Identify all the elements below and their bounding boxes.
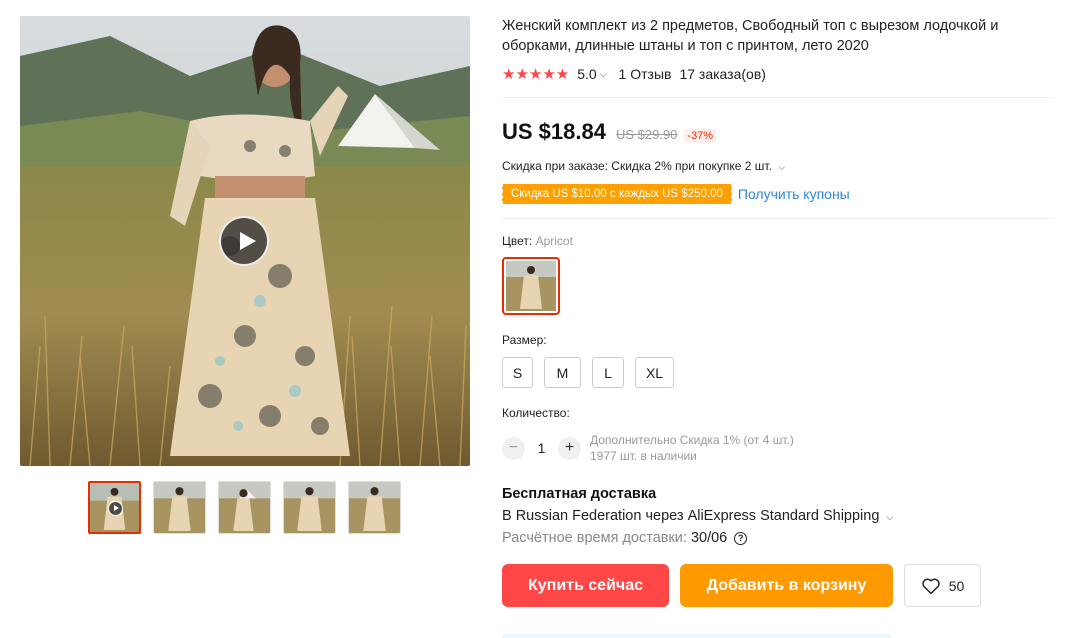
size-option-m[interactable]: M (544, 357, 581, 388)
wishlist-button[interactable]: 50 (904, 564, 981, 607)
thumbnail-image (349, 482, 400, 533)
thumbnail-video[interactable] (88, 481, 141, 534)
swatch-image (506, 261, 556, 311)
promo-strip (502, 634, 891, 638)
heart-icon (921, 578, 940, 594)
get-coupons-link[interactable]: Получить купоны (738, 186, 850, 202)
play-icon[interactable] (219, 216, 269, 266)
reviews-link[interactable]: 1 Отзыв (619, 66, 672, 82)
thumbnail-3[interactable] (218, 481, 271, 534)
shipping-method-text: В Russian Federation через AliExpress St… (502, 508, 880, 524)
product-main-image[interactable] (20, 16, 470, 466)
delivery-estimate: Расчётное время доставки: 30/06 ? (502, 530, 1054, 546)
help-icon[interactable]: ? (734, 531, 748, 545)
divider (502, 218, 1054, 219)
chevron-down-icon: ⌵ (886, 512, 894, 522)
buy-now-button[interactable]: Купить сейчас (502, 564, 669, 607)
color-label-text: Цвет: (502, 234, 533, 248)
size-options: S M L XL (502, 357, 1054, 388)
order-discount[interactable]: Скидка при заказе: Скидка 2% при покупке… (502, 159, 1054, 175)
thumbnail-image (154, 482, 205, 533)
chevron-down-icon: ⌵ (778, 162, 786, 172)
orders-count: 17 заказа(ов) (679, 66, 766, 82)
size-option-s[interactable]: S (502, 357, 533, 388)
rating-row: ★★★★★ 5.0 ⌵ 1 Отзыв 17 заказа(ов) (502, 65, 1054, 83)
quantity-discount: Дополнительно Скидка 1% (от 4 шт.) (590, 433, 794, 447)
delivery-estimate-label: Расчётное время доставки: (502, 530, 687, 546)
quantity-stepper: − 1 + Дополнительно Скидка 1% (от 4 шт.)… (502, 432, 1054, 464)
thumbnail-2[interactable] (153, 481, 206, 534)
color-value: Apricot (535, 234, 573, 248)
order-discount-text: Скидка при заказе: Скидка 2% при покупке… (502, 159, 772, 173)
shipping-title: Бесплатная доставка (502, 486, 657, 502)
original-price: US $29.90 (615, 127, 678, 142)
action-buttons: Купить сейчас Добавить в корзину 50 (502, 564, 1054, 607)
size-label: Размер: (502, 333, 547, 347)
color-label: Цвет: Apricot (502, 234, 1054, 248)
shipping-method[interactable]: В Russian Federation через AliExpress St… (502, 508, 1054, 524)
thumbnail-image (219, 482, 270, 533)
size-option-l[interactable]: L (592, 357, 624, 388)
thumbnail-5[interactable] (348, 481, 401, 534)
coupon-tag: Скидка US $10.00 с каждых US $250.00 (502, 184, 732, 204)
coupon-row: Скидка US $10.00 с каждых US $250.00 Пол… (502, 182, 1054, 206)
size-option-xl[interactable]: XL (635, 357, 674, 388)
quantity-increase-button[interactable]: + (558, 436, 581, 460)
thumbnail-4[interactable] (283, 481, 336, 534)
divider (502, 97, 1054, 98)
add-to-cart-button[interactable]: Добавить в корзину (680, 564, 893, 607)
rating-stars: ★★★★★ (502, 66, 570, 83)
price-row: US $18.84 US $29.90 -37% (502, 119, 1054, 147)
wishlist-count: 50 (948, 577, 965, 594)
chevron-down-icon[interactable]: ⌵ (600, 69, 607, 80)
quantity-decrease-button[interactable]: − (502, 436, 525, 460)
quantity-value[interactable]: 1 (525, 440, 558, 456)
quantity-note: Дополнительно Скидка 1% (от 4 шт.) 1977 … (590, 432, 794, 464)
color-swatch-apricot[interactable] (502, 257, 560, 315)
discount-badge: -37% (684, 129, 717, 143)
thumbnail-image (284, 482, 335, 533)
stock-count: 1977 шт. в наличии (590, 449, 697, 463)
delivery-date: 30/06 (690, 530, 728, 546)
product-title: Женский комплект из 2 предметов, Свободн… (502, 18, 999, 54)
quantity-label: Количество: (502, 406, 570, 420)
play-icon (108, 501, 123, 516)
thumbnail-strip (88, 481, 401, 534)
product-info: Женский комплект из 2 предметов, Свободн… (502, 16, 1054, 607)
current-price: US $18.84 (502, 119, 606, 144)
rating-value[interactable]: 5.0 (577, 66, 596, 82)
